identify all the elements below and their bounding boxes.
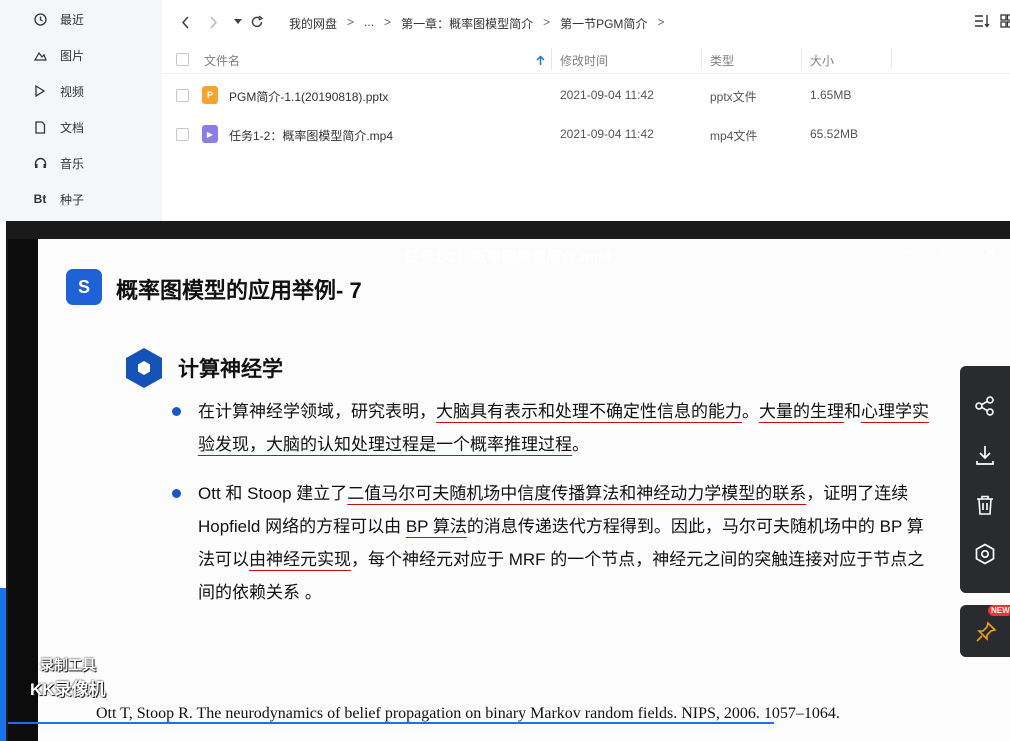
column-divider[interactable] <box>701 48 702 70</box>
underlined-segment: 由神经元实现 <box>249 550 351 569</box>
share-icon[interactable] <box>973 394 997 418</box>
left-accent-strip <box>0 588 6 741</box>
file-row[interactable]: P PGM简介-1.1(20190818).pptx 2021-09-04 11… <box>162 75 1010 115</box>
video-player[interactable]: S 概率图模型的应用举例- 7 计算神经学 在计算神经学领域，研究表明，大脑具有… <box>6 221 1010 741</box>
hexagon-icon <box>126 348 162 388</box>
row-checkbox[interactable] <box>176 128 189 141</box>
sidebar-item-music[interactable]: 音乐 <box>0 145 162 181</box>
sidebar-item-label: 图片 <box>60 48 85 63</box>
grid-view-icon[interactable] <box>1000 14 1010 33</box>
breadcrumb-separator: > <box>384 15 392 29</box>
bt-icon: Bt <box>33 192 47 206</box>
refresh-button[interactable] <box>249 14 265 30</box>
playback-progress[interactable] <box>8 722 774 724</box>
play-icon <box>33 84 47 98</box>
text-segment: 在计算神经学领域，研究表明， <box>198 402 436 421</box>
file-name[interactable]: 任务1-2：概率图模型简介.mp4 <box>229 127 393 144</box>
sidebar: 最近 图片 视频 文档 音乐 Bt 种子 <box>0 0 162 222</box>
sidebar-item-torrents[interactable]: Bt 种子 <box>0 181 162 217</box>
recorder-watermark: 录制工具 KK录像机 <box>30 655 106 700</box>
watermark-line-1: 录制工具 <box>40 657 96 673</box>
maximize-button[interactable]: □ <box>942 243 951 260</box>
text-segment: Ott 和 Stoop 建立了 <box>198 484 348 503</box>
view-controls <box>974 14 1010 33</box>
pin-icon <box>975 621 997 648</box>
sort-ascending-icon[interactable] <box>536 53 545 71</box>
file-name[interactable]: PGM简介-1.1(20190818).pptx <box>229 88 388 105</box>
app-window: 最近 图片 视频 文档 音乐 Bt 种子 我的网盘 > ... > 第一章：概率… <box>0 0 1010 741</box>
breadcrumb-separator: > <box>657 15 665 29</box>
video-file-icon: ▶ <box>202 125 218 143</box>
slide-logo: S <box>66 269 102 305</box>
headphones-icon <box>33 156 47 170</box>
video-frame[interactable]: S 概率图模型的应用举例- 7 计算神经学 在计算神经学领域，研究表明，大脑具有… <box>8 239 1010 741</box>
column-divider[interactable] <box>551 48 552 70</box>
sidebar-item-label: 视频 <box>60 84 85 99</box>
breadcrumb-separator: > <box>347 15 355 29</box>
text-segment: 。 <box>572 435 589 454</box>
breadcrumb-item-ellipsis[interactable]: ... <box>364 15 374 32</box>
sidebar-item-documents[interactable]: 文档 <box>0 109 162 145</box>
bullet-paragraph-2: Ott 和 Stoop 建立了二值马尔可夫随机场中信度传播算法和神经动力学模型的… <box>198 477 938 609</box>
watermark-line-2: KK录像机 <box>30 680 106 699</box>
sidebar-item-label: 音乐 <box>60 156 85 171</box>
sidebar-item-videos[interactable]: 视频 <box>0 73 162 109</box>
file-list-header: 文件名 修改时间 类型 大小 <box>162 44 1010 74</box>
breadcrumb: 我的网盘 > ... > 第一章：概率图模型简介 > 第一节PGM简介 > <box>289 15 664 32</box>
video-title: 任务1-2：概率图模型简介.mp4 <box>404 249 612 266</box>
bullet-paragraph-1: 在计算神经学领域，研究表明，大脑具有表示和处理不确定性信息的能力。大量的生理和心… <box>198 395 938 461</box>
column-type[interactable]: 类型 <box>710 52 734 69</box>
underlined-segment: 大量的生理 <box>759 402 844 421</box>
file-size: 65.52MB <box>810 127 859 141</box>
underlined-segment: 大脑具有表示和处理不确定性信息的能力 <box>436 402 742 421</box>
document-icon <box>33 120 47 134</box>
row-checkbox[interactable] <box>176 89 189 102</box>
breadcrumb-item-section[interactable]: 第一节PGM简介 <box>560 15 647 32</box>
bullet-dot <box>172 407 181 416</box>
image-icon <box>33 48 47 62</box>
toolbar: 我的网盘 > ... > 第一章：概率图模型简介 > 第一节PGM简介 > <box>162 0 1010 44</box>
close-button[interactable]: ✕ <box>984 243 997 261</box>
file-modified: 2021-09-04 11:42 <box>560 88 654 102</box>
file-size: 1.65MB <box>810 88 852 102</box>
pptx-file-icon: P <box>202 86 218 104</box>
breadcrumb-item-root[interactable]: 我的网盘 <box>289 15 337 32</box>
delete-icon[interactable] <box>973 493 997 517</box>
bullet-dot <box>172 489 181 498</box>
file-row[interactable]: ▶ 任务1-2：概率图模型简介.mp4 2021-09-04 11:42 mp4… <box>162 114 1010 154</box>
sidebar-item-label: 文档 <box>60 120 85 135</box>
slide-title: 概率图模型的应用举例- 7 <box>116 278 362 303</box>
file-modified: 2021-09-04 11:42 <box>560 127 654 141</box>
minimize-button[interactable]: – <box>904 243 912 260</box>
text-segment: 和 <box>844 402 861 421</box>
history-dropdown-button[interactable] <box>230 14 246 30</box>
sidebar-item-images[interactable]: 图片 <box>0 37 162 73</box>
column-divider[interactable] <box>801 48 802 70</box>
file-type: mp4文件 <box>710 129 758 143</box>
sort-list-icon[interactable] <box>974 14 990 33</box>
breadcrumb-separator: > <box>543 15 551 29</box>
new-badge: NEW <box>988 605 1010 616</box>
download-icon[interactable] <box>973 443 997 467</box>
column-divider[interactable] <box>891 48 892 70</box>
sidebar-item-label: 最近 <box>60 12 85 27</box>
sidebar-item-recent[interactable]: 最近 <box>0 1 162 37</box>
underlined-segment: BP 算法 <box>405 517 467 536</box>
forward-button[interactable] <box>205 14 221 30</box>
underlined-segment: 二值马尔可夫随机场中信度传播算法和神经动力学模型的联系 <box>347 484 807 503</box>
floating-toolbar <box>960 366 1010 593</box>
section-title: 计算神经学 <box>178 358 283 381</box>
column-modified[interactable]: 修改时间 <box>560 52 608 69</box>
sidebar-item-label: 种子 <box>60 192 85 207</box>
column-size[interactable]: 大小 <box>810 52 834 69</box>
file-type: pptx文件 <box>710 90 757 104</box>
text-segment: 。 <box>742 402 759 421</box>
back-button[interactable] <box>177 14 193 30</box>
settings-icon[interactable] <box>973 542 997 566</box>
player-title-bar <box>6 221 1010 239</box>
column-name[interactable]: 文件名 <box>204 52 240 69</box>
clock-icon <box>33 12 47 26</box>
select-all-checkbox[interactable] <box>176 53 189 66</box>
breadcrumb-item-chapter[interactable]: 第一章：概率图模型简介 <box>401 15 533 32</box>
